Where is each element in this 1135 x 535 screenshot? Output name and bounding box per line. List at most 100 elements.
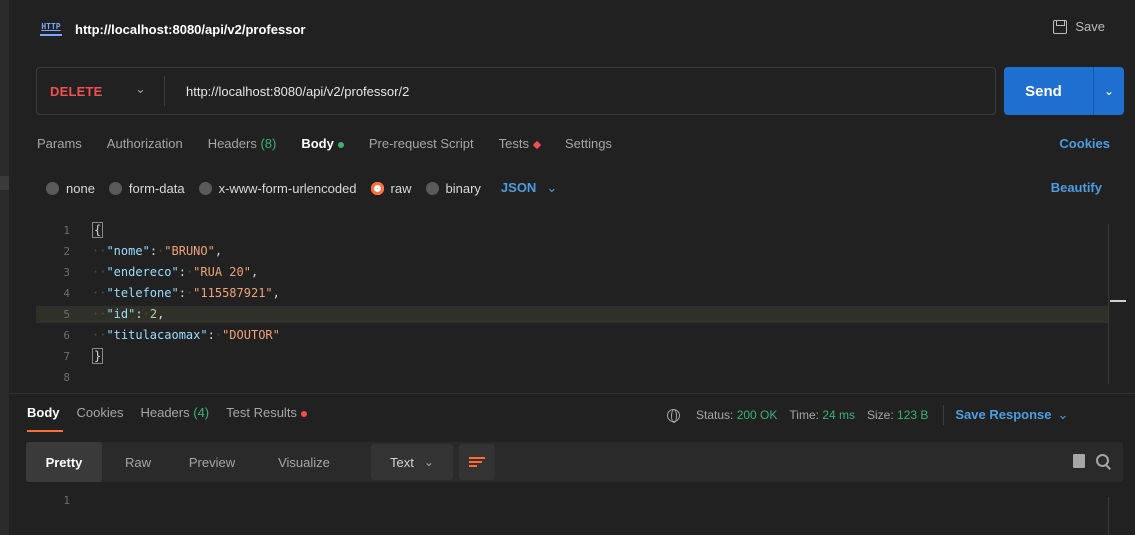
json-trail: , bbox=[250, 265, 259, 279]
format-label: JSON bbox=[500, 180, 537, 195]
save-label: Save bbox=[1075, 19, 1105, 34]
radio-form-data-label: form-data bbox=[128, 180, 185, 196]
save-response-label: Save Response bbox=[955, 407, 1052, 422]
radio-none[interactable]: none bbox=[46, 181, 95, 196]
response-tab-test-results-label: Test Results bbox=[226, 405, 297, 420]
wrap-lines-button[interactable] bbox=[459, 444, 495, 480]
send-label: Send bbox=[1025, 82, 1062, 100]
line-number: 7 bbox=[63, 350, 70, 363]
response-body-viewer[interactable]: 1 bbox=[36, 492, 1123, 535]
json-key: "id" bbox=[106, 307, 136, 321]
code-text: { bbox=[92, 222, 104, 239]
line-number: 8 bbox=[63, 371, 70, 384]
tab-tests[interactable]: Tests bbox=[498, 136, 542, 151]
json-trail: , bbox=[272, 286, 280, 300]
json-value: "115587921" bbox=[193, 286, 273, 300]
view-visualize-button[interactable]: Visualize bbox=[256, 442, 352, 482]
editor-line: 2 ··"nome":·"BRUNO", bbox=[36, 243, 1108, 260]
editor-line: 6 ··"titulacaomax":·"DOUTOR" bbox=[36, 327, 1108, 344]
response-tab-headers-label: Headers bbox=[140, 405, 190, 420]
tab-headers[interactable]: Headers (8) bbox=[208, 136, 277, 151]
tab-body-label: Body bbox=[301, 136, 334, 151]
tab-body[interactable]: Body bbox=[301, 136, 344, 151]
tab-authorization[interactable]: Authorization bbox=[107, 136, 183, 151]
response-divider[interactable] bbox=[9, 393, 1135, 394]
view-pretty-button[interactable]: Pretty bbox=[26, 442, 102, 482]
view-raw-button[interactable]: Raw bbox=[110, 442, 166, 482]
radio-binary-label: binary bbox=[445, 180, 481, 196]
left-edge-strip bbox=[0, 0, 9, 535]
title-bar: HTTP http://localhost:8080/api/v2/profes… bbox=[9, 0, 1135, 58]
editor-line: 4 ··"telefone":·"115587921", bbox=[36, 285, 1108, 302]
send-button[interactable]: Send ⌄ bbox=[1004, 67, 1124, 115]
editor-scroll-marker bbox=[1110, 300, 1126, 302]
save-button[interactable]: Save bbox=[1053, 19, 1105, 34]
response-tab-cookies[interactable]: Cookies bbox=[77, 405, 124, 420]
radio-raw[interactable]: raw bbox=[370, 181, 412, 196]
size-value: 123 B bbox=[897, 408, 929, 422]
tab-settings[interactable]: Settings bbox=[565, 136, 612, 151]
chevron-down-icon: ⌄ bbox=[1057, 407, 1069, 422]
code-text: ··"nome":·"BRUNO", bbox=[92, 244, 223, 258]
tab-tests-label: Tests bbox=[498, 136, 529, 151]
copy-icon[interactable] bbox=[1073, 454, 1085, 468]
radio-urlencoded[interactable]: x-www-form-urlencoded bbox=[198, 181, 357, 196]
code-text: ··"telefone":·"115587921", bbox=[92, 286, 280, 300]
response-format-label: Text bbox=[390, 454, 414, 470]
radio-none-label: none bbox=[66, 180, 95, 196]
request-url-bar: DELETE ⌄ http://localhost:8080/api/v2/pr… bbox=[36, 67, 996, 115]
time-info[interactable]: Time: 24 ms bbox=[789, 408, 855, 422]
json-trail: , bbox=[214, 244, 223, 258]
status-info[interactable]: Status: 200 OK bbox=[696, 408, 777, 422]
format-select[interactable]: JSON ⌄ bbox=[501, 180, 557, 196]
headers-count: (8) bbox=[260, 136, 277, 151]
status-label: Status: bbox=[696, 408, 734, 422]
response-headers-count: (4) bbox=[193, 405, 210, 420]
globe-icon[interactable] bbox=[667, 408, 680, 423]
line-number: 2 bbox=[63, 245, 70, 258]
tab-prerequest-script[interactable]: Pre-request Script bbox=[369, 136, 474, 151]
editor-scrollbar[interactable] bbox=[1108, 224, 1109, 384]
radio-form-data[interactable]: form-data bbox=[108, 180, 185, 196]
http-request-icon: HTTP bbox=[40, 22, 62, 36]
body-type-selector: none form-data x-www-form-urlencoded raw… bbox=[46, 180, 557, 196]
beautify-button[interactable]: Beautify bbox=[1051, 180, 1102, 195]
divider bbox=[943, 405, 945, 425]
line-number: 1 bbox=[63, 224, 70, 237]
url-input[interactable]: http://localhost:8080/api/v2/professor/2 bbox=[186, 84, 409, 99]
cookies-link[interactable]: Cookies bbox=[1059, 136, 1110, 151]
body-indicator-dot bbox=[337, 141, 344, 148]
radio-circle bbox=[46, 181, 59, 195]
chevron-down-icon[interactable]: ⌄ bbox=[1094, 67, 1124, 115]
save-response-button[interactable]: Save Response ⌄ bbox=[955, 407, 1068, 423]
code-text: ··"id":·2, bbox=[92, 307, 165, 321]
request-body-editor[interactable]: 1 { 2 ··"nome":·"BRUNO", 3 ··"endereco":… bbox=[36, 218, 1123, 386]
code-text: ··"titulacaomax":·"DOUTOR" bbox=[92, 328, 280, 342]
response-format-select[interactable]: Text ⌄ bbox=[371, 444, 453, 480]
request-title[interactable]: http://localhost:8080/api/v2/professor bbox=[75, 22, 305, 37]
radio-binary[interactable]: binary bbox=[425, 180, 481, 196]
response-tab-test-results[interactable]: Test Results bbox=[226, 405, 307, 420]
chevron-down-icon: ⌄ bbox=[546, 180, 558, 195]
code-text: ··"endereco":·"RUA 20", bbox=[92, 265, 259, 279]
line-number: 3 bbox=[63, 266, 70, 279]
chevron-down-icon[interactable]: ⌄ bbox=[135, 81, 146, 97]
response-scrollbar[interactable] bbox=[1108, 497, 1109, 535]
json-value: "BRUNO" bbox=[164, 244, 215, 258]
json-key: "titulacaomax" bbox=[106, 328, 208, 342]
radio-circle bbox=[425, 181, 439, 195]
view-preview-button[interactable]: Preview bbox=[172, 442, 252, 482]
size-info[interactable]: Size: 123 B bbox=[867, 408, 928, 422]
radio-circle-selected bbox=[370, 181, 384, 195]
left-edge-marker bbox=[0, 176, 9, 190]
method-select[interactable]: DELETE bbox=[50, 84, 102, 99]
search-icon[interactable] bbox=[1095, 453, 1111, 469]
open-brace: { bbox=[92, 222, 104, 238]
editor-line: 3 ··"endereco":·"RUA 20", bbox=[36, 264, 1108, 281]
response-tab-headers[interactable]: Headers (4) bbox=[140, 405, 209, 420]
json-value: "DOUTOR" bbox=[222, 328, 280, 342]
response-tab-body[interactable]: Body bbox=[27, 405, 60, 420]
tab-params[interactable]: Params bbox=[37, 136, 82, 151]
radio-circle bbox=[108, 181, 122, 195]
tab-headers-label: Headers bbox=[207, 136, 257, 151]
